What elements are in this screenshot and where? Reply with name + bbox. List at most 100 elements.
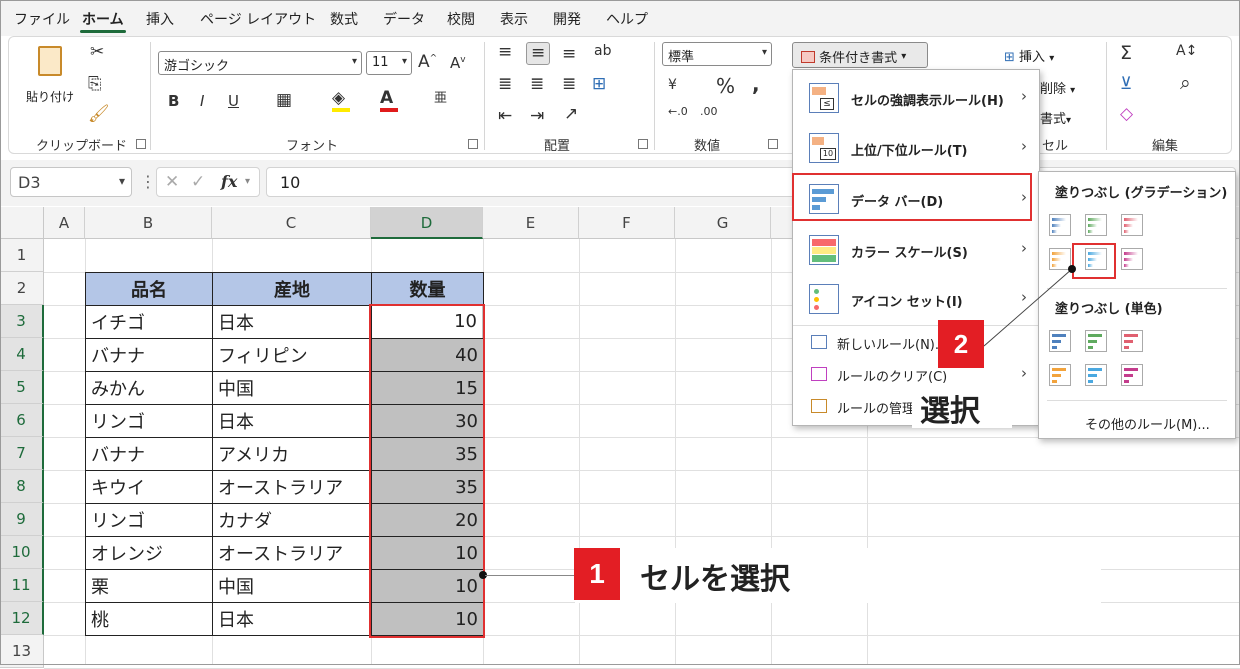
decrease-indent-icon[interactable]: ⇤ xyxy=(498,108,512,125)
table-cell[interactable]: オーストラリア xyxy=(212,536,372,570)
gradient-bar-icon-2[interactable] xyxy=(1121,214,1143,236)
align-top-icon[interactable]: ≡ xyxy=(498,44,512,61)
row-header-8[interactable]: 8 xyxy=(0,470,44,503)
autosum-icon[interactable]: Σ xyxy=(1120,44,1132,63)
table-cell[interactable]: バナナ xyxy=(85,338,213,372)
column-header-f[interactable]: F xyxy=(579,207,675,239)
orientation-icon[interactable]: ab xyxy=(594,44,611,58)
row-header-10[interactable]: 10 xyxy=(0,536,44,569)
table-cell[interactable]: 桃 xyxy=(85,602,213,636)
gradient-bar-icon-2[interactable] xyxy=(1121,248,1143,270)
font-color-icon[interactable]: A xyxy=(380,90,398,112)
row-header-3[interactable]: 3 xyxy=(0,305,44,338)
table-cell[interactable]: キウイ xyxy=(85,470,213,504)
accounting-icon[interactable]: ¥ xyxy=(668,78,677,92)
menu-tab-1[interactable]: ホーム xyxy=(82,9,124,29)
percent-icon[interactable]: % xyxy=(716,76,735,96)
format-button[interactable]: 書式▾ xyxy=(1040,108,1071,127)
menu-tab-8[interactable]: 開発 xyxy=(553,9,581,29)
clipboard-launcher-icon[interactable] xyxy=(136,139,146,149)
alignment-launcher-icon[interactable] xyxy=(638,139,648,149)
grow-font-icon[interactable]: A^ xyxy=(418,54,437,71)
shrink-font-icon[interactable]: Av xyxy=(450,56,466,71)
table-cell[interactable]: リンゴ xyxy=(85,503,213,537)
column-header-a[interactable]: A xyxy=(44,207,85,239)
align-right-icon[interactable]: ≣ xyxy=(562,76,576,93)
font-name-combo[interactable]: 游ゴシック ▾ xyxy=(158,51,362,75)
solid-bar-icon-2[interactable] xyxy=(1121,364,1143,386)
table-cell[interactable]: オーストラリア xyxy=(212,470,372,504)
find-icon[interactable]: ⌕ xyxy=(1180,74,1191,93)
row-header-4[interactable]: 4 xyxy=(0,338,44,371)
table-cell[interactable]: イチゴ xyxy=(85,305,213,339)
table-cell[interactable]: 日本 xyxy=(212,602,372,636)
row-header-7[interactable]: 7 xyxy=(0,437,44,470)
header-cell[interactable]: 品名 xyxy=(85,272,213,306)
header-cell[interactable]: 数量 xyxy=(371,272,484,306)
decrease-decimal-icon[interactable]: .00 xyxy=(700,106,718,117)
align-bottom-icon[interactable]: ≡ xyxy=(562,46,576,63)
align-left-icon[interactable]: ≣ xyxy=(498,76,512,93)
row-header-12[interactable]: 12 xyxy=(0,602,44,635)
italic-icon[interactable]: I xyxy=(200,94,204,109)
table-cell[interactable]: 中国 xyxy=(212,569,372,603)
copy-icon[interactable]: ⎘ xyxy=(88,76,102,93)
cancel-icon[interactable]: ✕ xyxy=(165,172,179,192)
column-header-d[interactable]: D xyxy=(371,207,483,239)
table-cell[interactable]: みかん xyxy=(85,371,213,405)
column-header-g[interactable]: G xyxy=(675,207,771,239)
table-cell[interactable]: 日本 xyxy=(212,404,372,438)
more-rules-link[interactable]: その他のルール(M)... xyxy=(1085,414,1210,433)
solid-bar-icon-1[interactable] xyxy=(1085,364,1107,386)
merge-icon[interactable]: ⊞ xyxy=(592,76,606,93)
insert-button[interactable]: ⊞ 挿入 ▾ xyxy=(1004,46,1054,65)
column-header-b[interactable]: B xyxy=(85,207,212,239)
table-cell[interactable]: リンゴ xyxy=(85,404,213,438)
solid-bar-icon-1[interactable] xyxy=(1085,330,1107,352)
cut-icon[interactable]: ✂ xyxy=(90,44,104,61)
more-icon[interactable]: ⋮ xyxy=(140,172,156,191)
table-cell[interactable]: フィリピン xyxy=(212,338,372,372)
table-cell[interactable]: オレンジ xyxy=(85,536,213,570)
row-header-5[interactable]: 5 xyxy=(0,371,44,404)
select-all-corner[interactable] xyxy=(0,207,44,239)
confirm-icon[interactable]: ✓ xyxy=(191,172,205,192)
menu-tab-2[interactable]: 挿入 xyxy=(146,9,174,29)
table-cell[interactable]: 栗 xyxy=(85,569,213,603)
table-cell[interactable]: 中国 xyxy=(212,371,372,405)
table-cell[interactable]: カナダ xyxy=(212,503,372,537)
fill-color-icon[interactable]: ◈ xyxy=(332,90,350,112)
header-cell[interactable]: 産地 xyxy=(212,272,372,306)
orientation-angle-icon[interactable]: ↗ xyxy=(564,106,578,123)
name-box[interactable]: D3 ▾ xyxy=(10,167,132,197)
menu-tab-7[interactable]: 表示 xyxy=(500,9,528,29)
conditional-format-button[interactable]: 条件付き書式 ▾ xyxy=(792,42,928,68)
menu-tab-0[interactable]: ファイル xyxy=(14,9,70,29)
gradient-bar-icon-1[interactable] xyxy=(1085,214,1107,236)
row-header-9[interactable]: 9 xyxy=(0,503,44,536)
format-painter-icon[interactable]: 🖌 xyxy=(88,106,110,123)
table-cell[interactable]: バナナ xyxy=(85,437,213,471)
row-header-11[interactable]: 11 xyxy=(0,569,44,602)
font-size-combo[interactable]: 11 ▾ xyxy=(366,51,412,75)
increase-indent-icon[interactable]: ⇥ xyxy=(530,108,544,125)
menu-tab-5[interactable]: データ xyxy=(383,9,425,29)
table-cell[interactable]: 日本 xyxy=(212,305,372,339)
menu-item-highlight-rules[interactable]: ≤ セルの強調表示ルール(H) › xyxy=(793,74,1039,122)
border-icon[interactable]: ▦ xyxy=(276,92,292,109)
column-header-c[interactable]: C xyxy=(212,207,371,239)
gradient-bar-icon-0[interactable] xyxy=(1049,214,1071,236)
row-header-2[interactable]: 2 xyxy=(0,272,44,305)
row-header-13[interactable]: 13 xyxy=(0,635,44,668)
insert-function-icon[interactable]: fx xyxy=(221,172,237,191)
delete-button[interactable]: 削除 ▾ xyxy=(1040,78,1075,97)
number-launcher-icon[interactable] xyxy=(768,139,778,149)
number-format-combo[interactable]: 標準 ▾ xyxy=(662,42,772,66)
solid-bar-icon-0[interactable] xyxy=(1049,364,1071,386)
table-cell[interactable]: アメリカ xyxy=(212,437,372,471)
align-middle-icon[interactable]: ≡ xyxy=(526,42,551,65)
row-header-6[interactable]: 6 xyxy=(0,404,44,437)
menu-item-top-bottom-rules[interactable]: 10 上位/下位ルール(T) › xyxy=(793,124,1039,172)
row-header-1[interactable]: 1 xyxy=(0,239,44,272)
align-center-icon[interactable]: ≣ xyxy=(530,76,544,93)
